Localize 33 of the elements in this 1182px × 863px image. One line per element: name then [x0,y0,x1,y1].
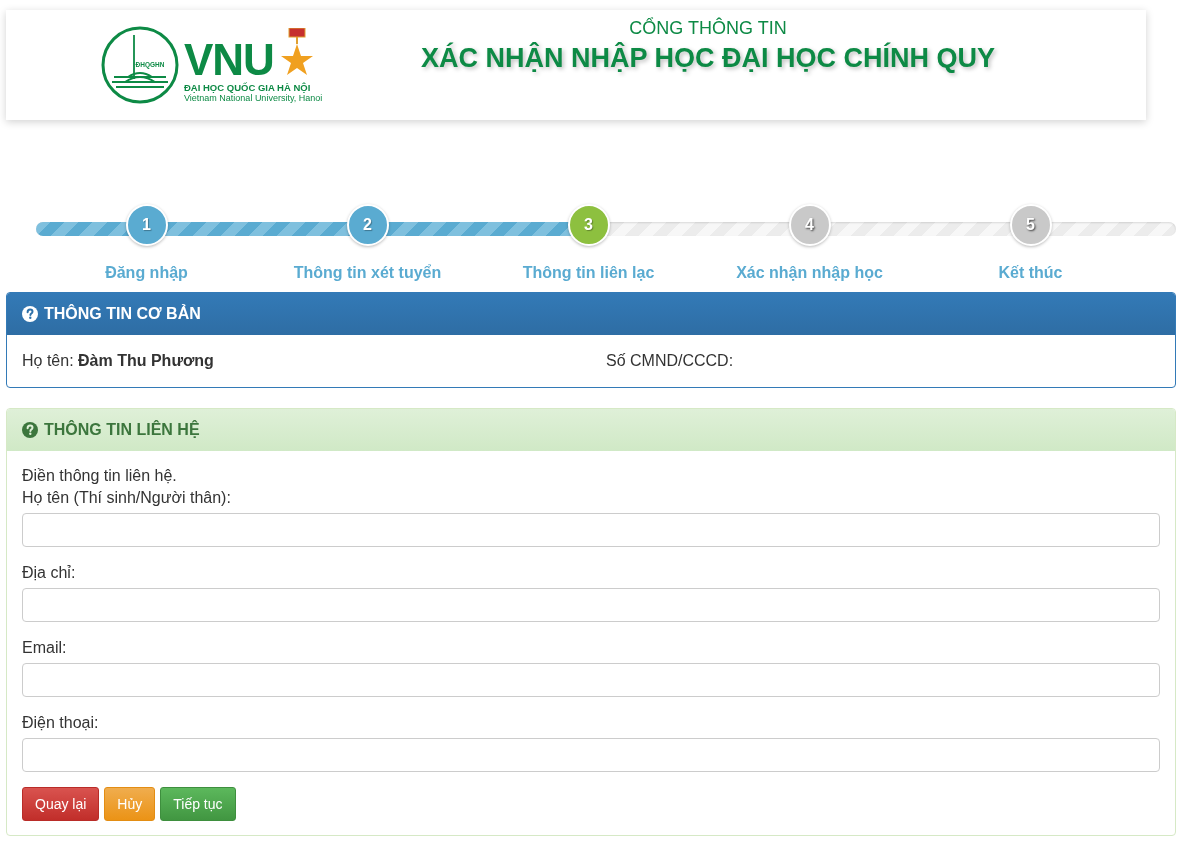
step-label: Kết thúc [998,264,1063,282]
logo-acronym: VNU [184,39,274,80]
step-circle: 3 [567,204,610,246]
info-field: Số CMND/CCCD: [606,352,1160,370]
instruction-text: Điền thông tin liên hệ. [22,466,178,486]
info-field: Họ tên: Đàm Thu Phương [22,352,606,370]
step-label: Thông tin xét tuyển [293,264,442,282]
step-circle: 1 [125,204,168,246]
university-name: ĐẠI HỌC QUỐC GIA HÀ NỘI [184,81,312,93]
action-button[interactable]: Quay lại [22,787,100,821]
portal-subtitle: CỔNG THÔNG TIN [629,18,787,39]
field-label: Họ tên (Thí sinh/Người thân): [22,488,232,508]
step-label: Thông tin liên lạc [522,264,655,282]
step-circle: 5 [1009,204,1052,246]
step-label: Đăng nhập [105,264,188,282]
input-field[interactable] [22,738,1160,772]
field-label: Điện thoại: [22,713,100,733]
step-circle: 2 [346,204,389,246]
action-button[interactable]: Tiếp tục [160,787,236,821]
step-label: Xác nhận nhập học [736,264,883,282]
university-english-name: Vietnam National University, Hanoi [184,92,323,103]
field-label: Địa chỉ: [22,563,77,583]
help-icon [22,306,38,322]
input-field[interactable] [22,513,1160,547]
help-icon [22,422,38,438]
field-label: Email: [22,638,68,658]
input-field[interactable] [22,588,1160,622]
action-button[interactable]: Hủy [104,787,156,821]
panel-title: THÔNG TIN CƠ BẢN [44,305,201,323]
portal-title: XÁC NHẬN NHẬP HỌC ĐẠI HỌC CHÍNH QUY [421,43,995,74]
input-field[interactable] [22,663,1160,697]
step-circle: 4 [788,204,831,246]
panel-title: THÔNG TIN LIÊN HỆ [44,421,200,439]
